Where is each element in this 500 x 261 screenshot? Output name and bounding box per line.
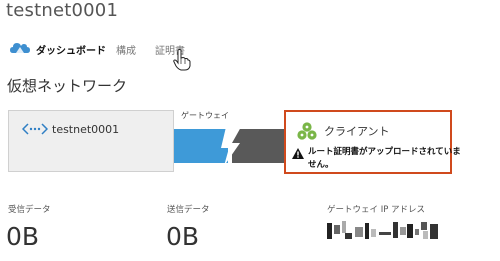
network-name: testnet0001 [52,123,120,136]
virtual-network-node[interactable]: testnet0001 [8,110,174,172]
warning-line-1: ルート証明書がアップロードされていま [308,147,461,157]
warning-line-2: せん。 [308,160,334,170]
gateway-ip-redacted [327,221,438,239]
sent-data-value: 0B [166,222,200,251]
section-title: 仮想ネットワーク [7,77,128,95]
network-brackets-icon [22,123,48,135]
page-title: testnet0001 [6,0,119,21]
gateway-link-graphic [174,127,286,166]
received-data-label: 受信データ [8,205,51,215]
tab-dashboard[interactable]: ダッシュボード [36,42,106,57]
warning-icon [292,148,304,159]
hand-cursor-icon [173,49,191,71]
cloud-icon [10,43,30,53]
client-label: クライアント [324,125,390,138]
received-data-value: 0B [6,222,40,251]
client-cluster-icon [297,122,317,140]
gateway-ip-label: ゲートウェイ IP アドレス [327,205,426,215]
client-node-alert[interactable]: クライアント ルート証明書がアップロードされていま せん。 [284,110,461,174]
tab-configure[interactable]: 構成 [116,42,136,57]
sent-data-label: 送信データ [167,205,210,215]
